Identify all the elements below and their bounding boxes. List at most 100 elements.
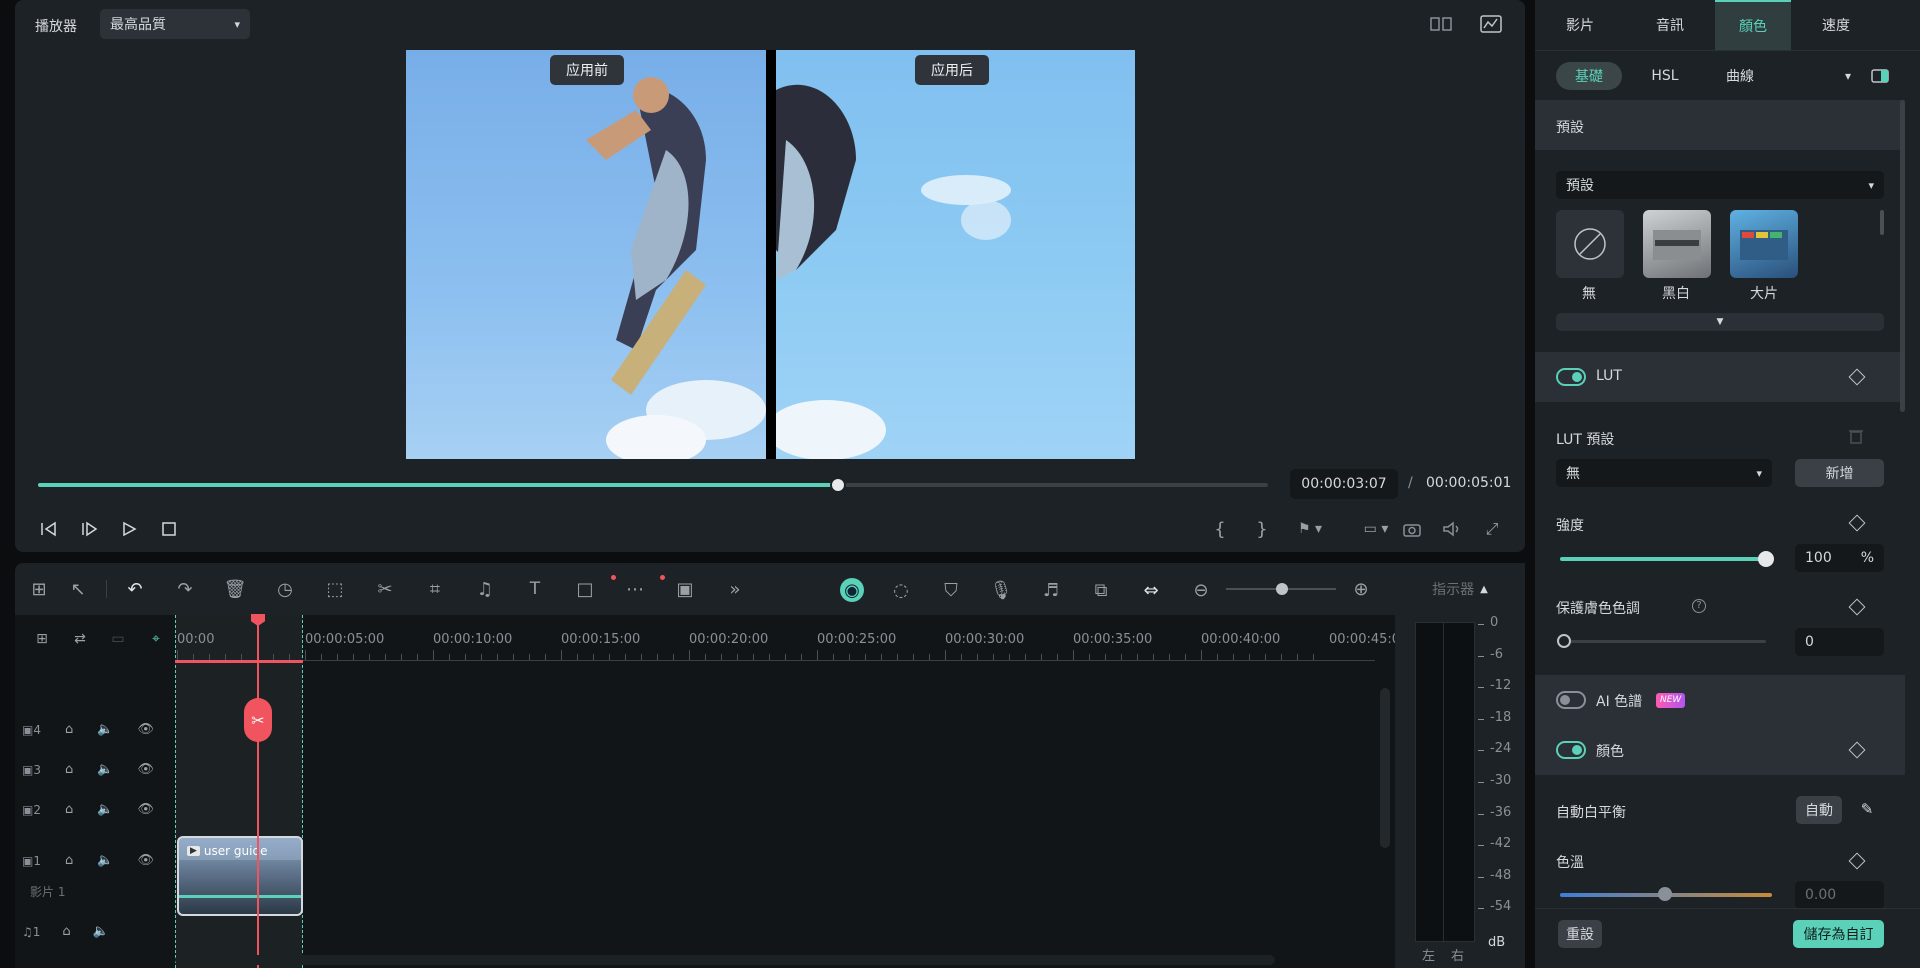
zoom-handle[interactable] [1275, 583, 1288, 595]
preset-dropdown[interactable]: 預設 ▾ [1556, 171, 1884, 199]
mute-icon[interactable]: 🔈 [97, 802, 113, 817]
preset-none[interactable] [1556, 210, 1624, 278]
compare-view-icon[interactable] [1428, 12, 1454, 36]
vertical-scrollbar[interactable] [1380, 688, 1390, 848]
link-track-icon[interactable]: ⇄ [68, 630, 92, 648]
temperature-input[interactable]: 0.00 [1795, 881, 1884, 909]
shield-icon[interactable]: ⛉ [940, 579, 962, 601]
microphone-icon[interactable]: 🎙 [990, 579, 1013, 601]
inspector-scrollbar[interactable] [1900, 100, 1905, 412]
skin-tone-input[interactable]: 0 [1795, 628, 1884, 656]
eyedropper-icon[interactable]: ✎ [1856, 798, 1878, 820]
fit-icon[interactable]: ⇔ [1140, 579, 1162, 601]
lock-icon[interactable]: ⌂ [65, 722, 73, 737]
skin-tone-handle[interactable] [1557, 634, 1571, 648]
horizontal-scrollbar[interactable] [175, 955, 1275, 965]
speed-icon[interactable]: ◷ [274, 578, 296, 600]
preset-film[interactable] [1730, 210, 1798, 278]
render-icon[interactable]: ◌ [890, 579, 912, 601]
temperature-handle[interactable] [1658, 887, 1672, 901]
eye-icon[interactable]: 👁 [137, 802, 154, 817]
audio-wave-icon[interactable]: ▣ [674, 578, 696, 600]
add-lut-button[interactable]: 新增 [1795, 459, 1884, 487]
magnet-icon[interactable]: ◉ [840, 578, 864, 602]
playhead[interactable] [257, 617, 259, 968]
mute-icon[interactable]: 🔈 [93, 924, 109, 939]
eye-icon[interactable]: 👁 [137, 853, 154, 868]
lut-toggle[interactable] [1556, 368, 1586, 386]
compare-toggle-icon[interactable] [1870, 66, 1890, 86]
eye-icon[interactable]: 👁 [137, 722, 154, 737]
preset-section-header[interactable] [1535, 100, 1905, 150]
subtab-curves[interactable]: 曲線 [1708, 66, 1772, 86]
mute-icon[interactable]: 🔈 [97, 722, 113, 737]
stop-icon[interactable] [158, 518, 180, 540]
skin-tone-slider[interactable] [1560, 640, 1766, 643]
trash-icon[interactable] [1846, 426, 1866, 446]
add-track-icon[interactable]: ⊞ [30, 630, 54, 648]
color-toggle[interactable] [1556, 741, 1586, 759]
next-frame-icon[interactable] [78, 518, 100, 540]
replace-icon[interactable]: ⧉ [1090, 579, 1112, 601]
chevron-down-icon[interactable]: ▾ [1838, 66, 1858, 86]
split-divider[interactable] [766, 50, 776, 459]
audio-icon[interactable]: ♫ [474, 578, 496, 600]
display-icon[interactable]: ▭ ▾ [1356, 518, 1396, 540]
select-tool-icon[interactable]: ↖ [67, 578, 89, 600]
more-icon[interactable]: » [724, 578, 746, 600]
mute-icon[interactable]: 🔈 [97, 853, 113, 868]
marker-icon[interactable]: ⚑ ▾ [1290, 518, 1330, 540]
meter-header[interactable]: 指示器 ▲ [1395, 575, 1525, 603]
mark-out-icon[interactable]: } [1252, 518, 1272, 540]
lock-icon[interactable]: ⌂ [65, 762, 73, 777]
camera-icon[interactable] [1400, 518, 1424, 540]
tab-speed[interactable]: 速度 [1791, 15, 1881, 35]
music-list-icon[interactable]: ♬ [1040, 579, 1062, 601]
tab-color[interactable]: 顏色 [1715, 0, 1791, 50]
layout-icon[interactable]: ⊞ [28, 578, 50, 600]
progress-track[interactable] [38, 483, 1268, 487]
snap-icon[interactable]: ⌖ [144, 630, 168, 648]
mute-icon[interactable]: 🔈 [97, 762, 113, 777]
lock-icon[interactable]: ⌂ [65, 853, 73, 868]
ai-color-toggle[interactable] [1556, 691, 1586, 709]
volume-icon[interactable] [1440, 518, 1464, 540]
mark-in-icon[interactable]: { [1210, 518, 1230, 540]
auto-wb-button[interactable]: 自動 [1796, 796, 1842, 824]
subtab-hsl[interactable]: HSL [1628, 68, 1702, 84]
intensity-handle[interactable] [1758, 551, 1774, 567]
scissors-icon[interactable]: ✂ [374, 578, 396, 600]
preset-expand-button[interactable]: ▼ [1556, 313, 1884, 331]
delete-icon[interactable]: 🗑 [224, 578, 247, 600]
video-clip[interactable]: ▶ user guide [177, 836, 303, 916]
progress-handle[interactable] [829, 477, 846, 493]
preset-scrollbar[interactable] [1880, 210, 1884, 235]
quality-dropdown[interactable]: 最高品質 ▾ [100, 9, 250, 39]
prev-frame-icon[interactable] [38, 518, 60, 540]
save-custom-button[interactable]: 儲存為自訂 [1793, 920, 1884, 948]
lut-preset-dropdown[interactable]: 無 ▾ [1556, 459, 1772, 487]
scope-icon[interactable] [1478, 12, 1504, 36]
tab-video[interactable]: 影片 [1535, 15, 1625, 35]
zoom-out-icon[interactable]: ⊖ [1190, 579, 1212, 601]
split-scissors-icon[interactable]: ✂ [244, 698, 272, 742]
mask-icon[interactable]: ⬚ [324, 578, 346, 600]
preset-bw[interactable] [1643, 210, 1711, 278]
undo-icon[interactable]: ↶ [124, 578, 146, 600]
current-time[interactable]: 00:00:03:07 [1290, 469, 1398, 499]
zoom-in-icon[interactable]: ⊕ [1350, 578, 1372, 600]
intensity-input[interactable]: 100 % [1795, 544, 1884, 572]
eye-icon[interactable]: 👁 [137, 762, 154, 777]
fullscreen-icon[interactable]: ⤢ [1480, 518, 1504, 540]
shape-icon[interactable]: □ [574, 578, 596, 600]
play-icon[interactable] [118, 518, 140, 540]
subtab-basic[interactable]: 基礎 [1556, 62, 1622, 90]
reset-button[interactable]: 重設 [1558, 920, 1602, 948]
text-icon[interactable]: T [524, 578, 546, 600]
lock-icon[interactable]: ⌂ [62, 924, 70, 939]
tab-audio[interactable]: 音訊 [1625, 15, 1715, 35]
help-icon[interactable]: ? [1692, 599, 1706, 613]
lock-icon[interactable]: ⌂ [65, 802, 73, 817]
intensity-slider[interactable] [1560, 557, 1766, 561]
redo-icon[interactable]: ↷ [174, 578, 196, 600]
